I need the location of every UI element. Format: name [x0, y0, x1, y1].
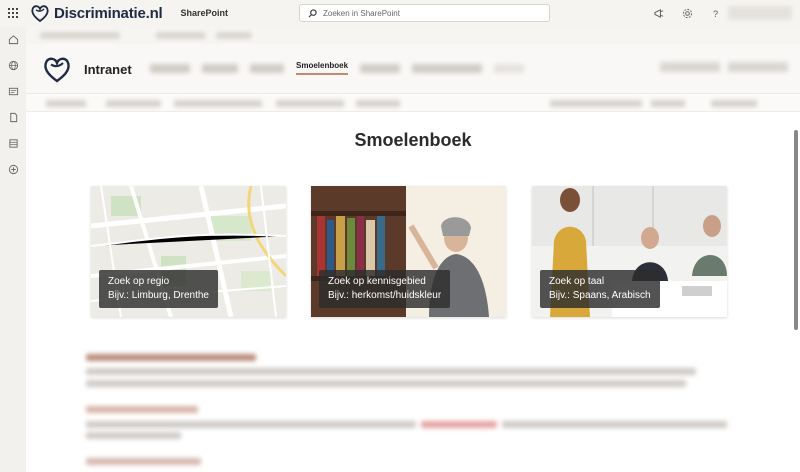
card-title: Zoek op regio [108, 276, 170, 287]
waffle-icon[interactable] [0, 0, 26, 26]
site-title[interactable]: Intranet [84, 62, 132, 77]
news-icon[interactable] [0, 78, 26, 104]
search-icon [308, 8, 317, 17]
org-logo[interactable]: Discriminatie.nl [30, 3, 163, 23]
card-label: Zoek op taal Bijv.: Spaans, Arabisch [540, 270, 660, 308]
megaphone-icon[interactable] [650, 4, 668, 22]
home-icon[interactable] [0, 26, 26, 52]
card-subtitle: Bijv.: herkomst/huidskleur [328, 290, 442, 301]
content-surface: Intranet Smoelenboek Smoelenboek Zoek op… [26, 26, 800, 472]
nav-item-blurred[interactable] [360, 63, 401, 73]
nav-item-blurred[interactable] [250, 63, 284, 73]
search-placeholder: Zoeken in SharePoint [323, 8, 400, 18]
add-icon[interactable] [0, 156, 26, 182]
header-actions[interactable] [660, 62, 788, 72]
left-rail [0, 26, 26, 472]
command-bar [26, 94, 800, 112]
gear-icon[interactable] [678, 4, 696, 22]
list-icon[interactable] [0, 130, 26, 156]
site-nav: Smoelenboek [150, 61, 525, 75]
org-logo-icon [31, 5, 49, 23]
suite-bar: Discriminatie.nl SharePoint Zoeken in Sh… [0, 0, 800, 26]
org-name: Discriminatie.nl [54, 4, 163, 22]
card-region[interactable]: Zoek op regio Bijv.: Limburg, Drenthe [91, 186, 286, 317]
nav-item-smoelenboek[interactable]: Smoelenboek [296, 61, 349, 75]
svg-text:?: ? [712, 9, 717, 19]
card-label: Zoek op kennisgebied Bijv.: herkomst/hui… [319, 270, 451, 308]
nav-item-blurred[interactable] [494, 63, 525, 73]
nav-item-blurred[interactable] [202, 63, 238, 73]
hub-nav-blurred [26, 26, 800, 44]
page-title: Smoelenboek [354, 130, 472, 150]
profile-area[interactable] [728, 6, 792, 20]
file-icon[interactable] [0, 104, 26, 130]
globe-icon[interactable] [0, 52, 26, 78]
site-logo-icon[interactable] [42, 54, 72, 89]
card-subtitle: Bijv.: Spaans, Arabisch [549, 290, 651, 301]
card-title: Zoek op taal [549, 276, 605, 287]
scrollbar-thumb[interactable] [794, 130, 798, 330]
card-title: Zoek op kennisgebied [328, 276, 426, 287]
app-name[interactable]: SharePoint [181, 8, 229, 18]
help-icon[interactable]: ? [706, 4, 724, 22]
nav-item-blurred[interactable] [412, 63, 483, 73]
site-header: Intranet Smoelenboek [26, 44, 800, 94]
nav-item-blurred[interactable] [150, 63, 190, 73]
card-language[interactable]: Zoek op taal Bijv.: Spaans, Arabisch [532, 186, 727, 317]
search-box[interactable]: Zoeken in SharePoint [299, 4, 550, 22]
card-label: Zoek op regio Bijv.: Limburg, Drenthe [99, 270, 218, 308]
card-subtitle: Bijv.: Limburg, Drenthe [108, 290, 209, 301]
card-expertise[interactable]: Zoek op kennisgebied Bijv.: herkomst/hui… [311, 186, 506, 317]
